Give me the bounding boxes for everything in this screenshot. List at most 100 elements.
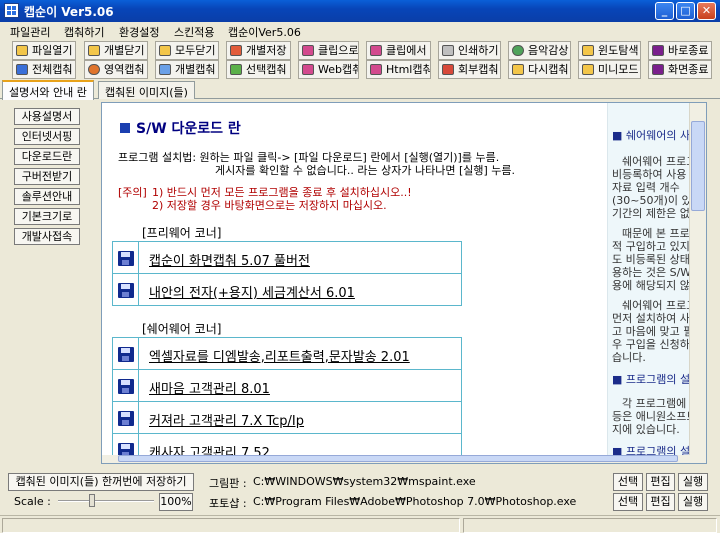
scale-slider[interactable] (58, 494, 154, 508)
save-one-button[interactable]: 개별저장 (226, 41, 291, 60)
status-bar (0, 515, 720, 533)
monitor-icon (16, 64, 28, 75)
download-link[interactable]: 엑셀자료를 디엠발송,리포트출력,문자발송 2.01 (149, 346, 410, 365)
maximize-button[interactable]: □ (676, 2, 695, 20)
sidebar-old-version-button[interactable]: 구버전받기 (14, 168, 80, 185)
save-all-button[interactable]: 캡춰된 이미지(들) 한꺼번에 저장하기 (8, 473, 194, 491)
close-button[interactable]: ✕ (697, 2, 716, 20)
photoshop-path: C:₩Program Files₩Adobe₩Photoshop 7.0₩Pho… (253, 495, 577, 508)
open-file-button[interactable]: 파일열기 (12, 41, 76, 60)
capture-again-button[interactable]: 다시캡춰 (508, 60, 571, 79)
tab-guide[interactable]: 설명서와 안내 란 (2, 80, 94, 100)
download-link[interactable]: 커져라 고객관리 7.X Tcp/Ip (149, 410, 304, 429)
scroll-thumb[interactable] (118, 455, 678, 462)
floppy-disk-icon (118, 347, 134, 362)
mini-mode-icon (582, 64, 594, 75)
floppy-disk-icon (118, 411, 134, 426)
menu-settings[interactable]: 환경설정 (119, 22, 159, 40)
recapture-icon (512, 64, 524, 75)
vertical-scrollbar[interactable] (689, 103, 706, 457)
clipboard-in-icon (302, 45, 314, 56)
download-row[interactable]: 엑셀자료를 디엠발송,리포트출력,문자발송 2.01 (112, 337, 462, 370)
print-button[interactable]: 인쇄하기 (438, 41, 501, 60)
save-icon (230, 45, 242, 56)
sidebar-download-button[interactable]: 다운로드란 (14, 148, 80, 165)
paint-run-button[interactable]: 실행 (678, 473, 708, 491)
folder-close-icon (88, 45, 100, 56)
menu-file[interactable]: 파일관리 (10, 22, 50, 40)
download-row[interactable]: 새마음 고객관리 8.01 (112, 369, 462, 402)
explorer-button[interactable]: 윈도탐색 (578, 41, 641, 60)
paint-select-button[interactable]: 선택 (613, 473, 643, 491)
slider-track (58, 500, 154, 502)
toolbar-main: 파일열기 개별닫기 모두닫기 개별저장 클립으로 클립에서 인쇄하기 음악감상 … (0, 40, 720, 61)
to-clipboard-button[interactable]: 클립으로 (298, 41, 359, 60)
minimize-button[interactable]: _ (655, 2, 674, 20)
shareware-header: [쉐어웨어 코너] (142, 322, 222, 336)
capture-region-button[interactable]: 영역캡춰 (84, 60, 148, 79)
floppy-disk-icon (118, 283, 134, 298)
menu-capture[interactable]: 캡춰하기 (64, 22, 104, 40)
sidebar-solution-button[interactable]: 솔루션안내 (14, 188, 80, 205)
download-row[interactable]: 캡순이 화면캡춰 5.07 풀버전 (112, 241, 462, 274)
floppy-disk-icon (118, 251, 134, 266)
scroll-thumb[interactable] (691, 121, 705, 211)
scale-label: Scale : (14, 495, 51, 508)
mini-mode-button[interactable]: 미니모드 (578, 60, 641, 79)
photoshop-edit-button[interactable]: 편집 (646, 493, 675, 511)
tab-strip: 설명서와 안내 란 캡춰된 이미지(들) (0, 80, 720, 100)
tab-captured-images[interactable]: 캡춰된 이미지(들) (98, 81, 195, 99)
close-one-button[interactable]: 개별닫기 (84, 41, 148, 60)
sidebar-manual-button[interactable]: 사용설명서 (14, 108, 80, 125)
capture-selection-button[interactable]: 선택캡춰 (226, 60, 291, 79)
download-row[interactable]: 커져라 고객관리 7.X Tcp/Ip (112, 401, 462, 434)
web-icon (302, 64, 314, 75)
close-all-button[interactable]: 모두닫기 (155, 41, 219, 60)
capture-window-button[interactable]: 개별캡춰 (155, 60, 219, 79)
quit-button[interactable]: 바로종료 (648, 41, 712, 60)
download-row[interactable]: 캐사자 고객관리 7.52 (112, 433, 462, 457)
page-title: S/W 다운로드 란 (120, 118, 241, 138)
note-line-2: 2) 저장할 경우 바탕화면으로는 저장하지 마십시오. (152, 199, 387, 212)
sidebar-internet-button[interactable]: 인터넷서핑 (14, 128, 80, 145)
printer-icon (442, 45, 454, 56)
app-icon (4, 3, 19, 18)
folder-icon (16, 45, 28, 56)
external-capture-icon (442, 64, 454, 75)
info-line: ■ 프로그램의 설명 (612, 373, 701, 386)
capture-external-button[interactable]: 회부캡춰 (438, 60, 501, 79)
download-link[interactable]: 새마음 고객관리 8.01 (149, 378, 270, 397)
html-icon (370, 64, 382, 75)
photoshop-run-button[interactable]: 실행 (678, 493, 708, 511)
music-button[interactable]: 음악감상 (508, 41, 571, 60)
menu-bar: 파일관리 캡춰하기 환경설정 스킨적용 캡순이Ver5.06 (0, 22, 720, 40)
menu-skin[interactable]: 스킨적용 (174, 22, 214, 40)
slider-knob[interactable] (89, 494, 95, 507)
sidebar-default-size-button[interactable]: 기본크기로 (14, 208, 80, 225)
browser-content: S/W 다운로드 란 프로그램 설치법: 원하는 파일 클릭-> [파일 다운로… (101, 102, 707, 464)
screen-close-icon (652, 64, 664, 75)
horizontal-scrollbar[interactable] (102, 455, 706, 463)
shareware-info-panel: ■ 쉐어웨어의 사용 쉐어웨어 프로그 비등록하여 사용 자료 입력 개수 (3… (607, 103, 702, 457)
menu-about[interactable]: 캡순이Ver5.06 (228, 22, 301, 40)
sidebar-developer-button[interactable]: 개발사접속 (14, 228, 80, 245)
paint-edit-button[interactable]: 편집 (646, 473, 675, 491)
from-clipboard-button[interactable]: 클립에서 (366, 41, 431, 60)
photoshop-select-button[interactable]: 선택 (613, 493, 643, 511)
capture-full-button[interactable]: 전체캡춰 (12, 60, 76, 79)
status-cell (2, 518, 460, 533)
download-link[interactable]: 캡순이 화면캡춰 5.07 풀버전 (149, 250, 310, 269)
note-tag: [주의] (118, 186, 147, 199)
music-icon (512, 45, 524, 56)
download-row[interactable]: 내안의 전자(+용지) 세금계산서 6.01 (112, 273, 462, 306)
install-instruction-2: 게시자를 확인할 수 없습니다.. 라는 상자가 나타나면 [실행] 누름. (215, 164, 516, 177)
title-square-icon (120, 123, 130, 133)
explorer-icon (582, 45, 594, 56)
paint-path: C:₩WINDOWS₩system32₩mspaint.exe (253, 475, 476, 488)
capture-html-button[interactable]: Html캡춰 (366, 60, 431, 79)
close-screen-button[interactable]: 화면종료 (648, 60, 712, 79)
capture-web-button[interactable]: Web캡춰 (298, 60, 359, 79)
freeware-header: [프리웨어 코너] (142, 226, 222, 240)
scale-value: 100% (159, 493, 193, 511)
download-link[interactable]: 내안의 전자(+용지) 세금계산서 6.01 (149, 282, 355, 301)
